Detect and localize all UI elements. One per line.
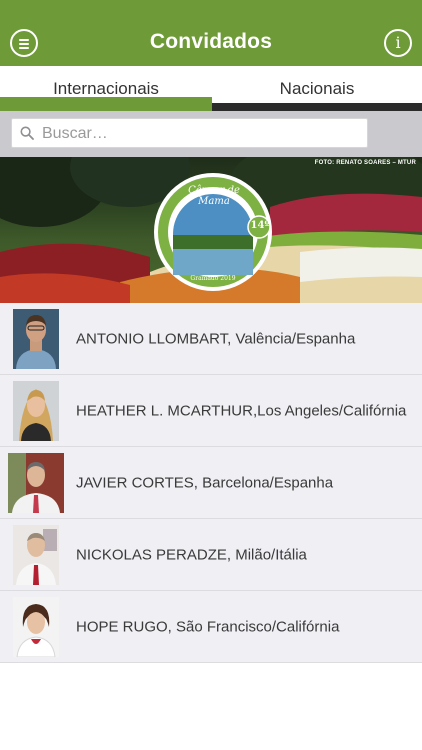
- list-item[interactable]: HEATHER L. MCARTHUR,Los Angeles/Califórn…: [0, 375, 422, 447]
- logo-edition: 14º: [250, 220, 270, 231]
- list-item[interactable]: JAVIER CORTES, Barcelona/Espanha: [0, 447, 422, 519]
- guest-photo: [13, 525, 59, 585]
- guest-name: ANTONIO LLOMBART, Valência/Espanha: [76, 330, 356, 347]
- guest-name: NICKOLAS PERADZE, Milão/Itália: [76, 546, 307, 563]
- guest-name: JAVIER CORTES, Barcelona/Espanha: [76, 474, 334, 491]
- event-banner: FOTO: RENATO SOARES – MTUR Câncer de Mam…: [0, 157, 422, 303]
- info-icon: i: [395, 33, 401, 52]
- list-item[interactable]: HOPE RUGO, São Francisco/Califórnia: [0, 591, 422, 663]
- tab-indicator-inactive: [212, 103, 422, 111]
- list-item[interactable]: ANTONIO LLOMBART, Valência/Espanha: [0, 303, 422, 375]
- photo-credit: FOTO: RENATO SOARES – MTUR: [314, 160, 416, 166]
- top-bar: Convidados i: [0, 0, 422, 66]
- tab-indicator-active: [0, 97, 212, 111]
- guest-photo: [13, 381, 59, 441]
- guest-name: HOPE RUGO, São Francisco/Califórnia: [76, 618, 340, 635]
- guest-name: HEATHER L. MCARTHUR,Los Angeles/Califórn…: [76, 402, 407, 419]
- logo-title: Câncer de Mama: [188, 185, 240, 207]
- guest-list: ANTONIO LLOMBART, Valência/Espanha HEATH…: [0, 303, 422, 663]
- logo-city: Gramado 2019: [190, 275, 236, 282]
- guest-photo: [13, 597, 59, 657]
- info-button[interactable]: i: [384, 29, 412, 57]
- guest-photo: [13, 309, 59, 369]
- search-icon: [20, 126, 34, 140]
- search-input[interactable]: Buscar…: [11, 118, 368, 148]
- list-item[interactable]: NICKOLAS PERADZE, Milão/Itália: [0, 519, 422, 591]
- search-bar: Buscar…: [0, 111, 422, 157]
- guest-photo: [8, 453, 64, 513]
- search-placeholder: Buscar…: [42, 125, 108, 142]
- page-title: Convidados: [149, 30, 273, 53]
